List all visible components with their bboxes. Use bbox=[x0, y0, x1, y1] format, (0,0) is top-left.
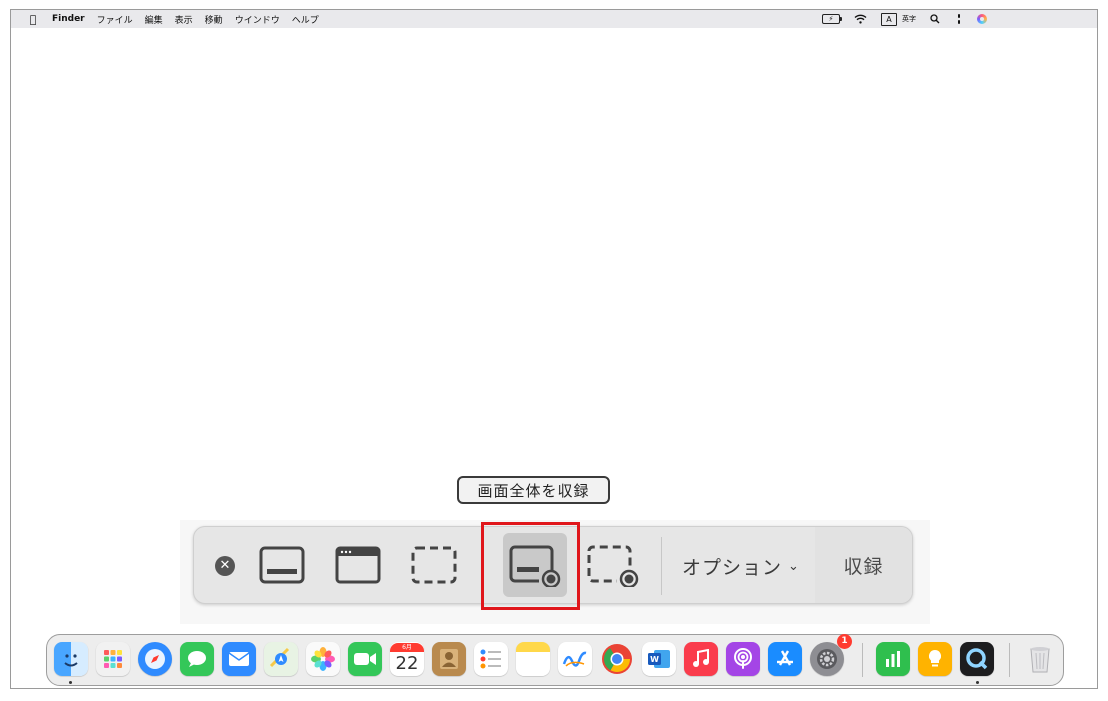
launchpad-icon[interactable] bbox=[96, 642, 130, 676]
dock-separator bbox=[1009, 643, 1010, 677]
capture-selection-button[interactable] bbox=[406, 535, 462, 595]
capture-entire-screen-button[interactable] bbox=[254, 535, 310, 595]
capture-window-button[interactable] bbox=[330, 535, 386, 595]
toolbar-divider bbox=[661, 537, 662, 595]
menu-go[interactable]: 移動 bbox=[205, 13, 223, 26]
safari-icon[interactable] bbox=[138, 642, 172, 676]
close-icon[interactable]: ✕ bbox=[215, 556, 235, 576]
input-source-icon[interactable]: A bbox=[881, 12, 897, 26]
menu-file[interactable]: ファイル bbox=[97, 13, 133, 26]
wifi-icon[interactable] bbox=[854, 14, 867, 24]
appstore-icon[interactable] bbox=[768, 642, 802, 676]
facetime-icon[interactable] bbox=[348, 642, 382, 676]
menu-view[interactable]: 表示 bbox=[175, 13, 193, 26]
tooltip: 画面全体を収録 bbox=[457, 476, 610, 504]
record-label: 収録 bbox=[843, 555, 884, 578]
music-icon[interactable] bbox=[684, 642, 718, 676]
contacts-icon[interactable] bbox=[432, 642, 466, 676]
freeform-icon[interactable] bbox=[558, 642, 592, 676]
status-area: ⚡ A 英字 bbox=[822, 10, 987, 28]
options-label: オプション bbox=[682, 556, 783, 579]
podcasts-icon[interactable] bbox=[726, 642, 760, 676]
siri-icon[interactable] bbox=[977, 14, 987, 24]
menu-edit[interactable]: 編集 bbox=[145, 13, 163, 26]
word-icon[interactable]: W bbox=[642, 642, 676, 676]
chevron-down-icon: ⌄ bbox=[788, 558, 800, 574]
highlight-annotation bbox=[481, 522, 580, 610]
settings-icon[interactable]: 1 bbox=[810, 634, 852, 676]
trash-icon[interactable] bbox=[1023, 642, 1057, 676]
control-center-icon[interactable] bbox=[954, 14, 963, 24]
record-selection-button[interactable] bbox=[582, 535, 644, 595]
window-icon bbox=[335, 546, 381, 584]
selection-icon bbox=[411, 546, 457, 584]
reminders-icon[interactable] bbox=[474, 642, 508, 676]
messages-icon[interactable] bbox=[180, 642, 214, 676]
notes-icon[interactable] bbox=[516, 642, 550, 676]
quicktime-icon[interactable] bbox=[960, 642, 994, 676]
input-source-label: 英字 bbox=[902, 15, 916, 23]
battery-icon[interactable]: ⚡ bbox=[822, 14, 842, 24]
tips-icon[interactable] bbox=[918, 642, 952, 676]
calendar-month: 6月 bbox=[390, 642, 424, 652]
photos-icon[interactable] bbox=[306, 642, 340, 676]
apple-menu-icon[interactable]:  bbox=[25, 13, 41, 26]
running-indicator bbox=[976, 681, 979, 684]
screen-icon bbox=[259, 546, 305, 584]
options-button[interactable]: オプション ⌄ bbox=[682, 549, 800, 583]
calendar-icon[interactable]: 6月 22 bbox=[390, 642, 424, 676]
search-icon[interactable] bbox=[930, 14, 940, 24]
numbers-icon[interactable] bbox=[876, 642, 910, 676]
mail-icon[interactable] bbox=[222, 642, 256, 676]
running-indicator bbox=[69, 681, 72, 684]
svg-text:W: W bbox=[650, 655, 659, 664]
menu-bar:  Finder ファイル 編集 表示 移動 ウインドウ ヘルプ ⚡ A 英字 bbox=[11, 10, 1097, 28]
menu-window[interactable]: ウインドウ bbox=[235, 13, 280, 26]
record-button[interactable]: 収録 bbox=[815, 527, 912, 603]
dock: 6月 22 W 1 bbox=[46, 634, 1064, 686]
chrome-icon[interactable] bbox=[600, 642, 634, 676]
calendar-day: 22 bbox=[395, 652, 419, 674]
notification-badge: 1 bbox=[837, 634, 852, 649]
menu-app-finder[interactable]: Finder bbox=[52, 14, 85, 24]
selection-record-icon bbox=[587, 545, 639, 587]
dock-separator bbox=[862, 643, 863, 677]
menu-help[interactable]: ヘルプ bbox=[292, 13, 319, 26]
maps-icon[interactable] bbox=[264, 642, 298, 676]
finder-icon[interactable] bbox=[54, 642, 88, 676]
